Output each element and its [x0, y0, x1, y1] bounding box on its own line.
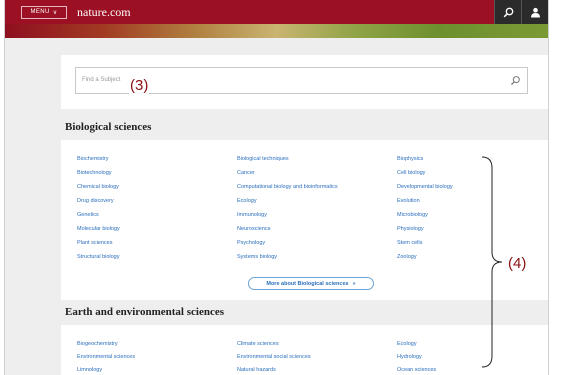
header-banner-image	[5, 24, 548, 38]
subject-link[interactable]: Hydrology	[397, 354, 422, 360]
subject-link[interactable]: Ecology	[237, 198, 257, 204]
subject-link[interactable]: Environmental sciences	[77, 354, 135, 360]
search-icon	[503, 7, 513, 17]
subject-link[interactable]: Systems biology	[237, 254, 277, 260]
subject-link[interactable]: Biogeochemistry	[77, 341, 118, 347]
menu-label: MENU	[30, 9, 50, 15]
subject-link[interactable]: Drug discovery	[77, 198, 114, 204]
subject-link[interactable]: Limnology	[77, 367, 102, 373]
header-search-button[interactable]	[494, 0, 521, 24]
chevron-down-icon: ∨	[52, 9, 58, 16]
subject-link[interactable]: Environmental social sciences	[237, 354, 311, 360]
annotation-brace	[481, 156, 503, 368]
subject-link[interactable]: Chemical biology	[77, 184, 119, 190]
subject-link[interactable]: Biotechnology	[77, 170, 112, 176]
subject-link[interactable]: Microbiology	[397, 212, 428, 218]
header-icons	[494, 0, 548, 24]
search-placeholder: Find a Subject	[82, 77, 121, 83]
search-icon[interactable]	[510, 75, 521, 86]
double-chevron-right-icon: »	[352, 280, 356, 287]
subject-link[interactable]: Biological techniques	[237, 156, 289, 162]
subject-link[interactable]: Climate sciences	[237, 341, 279, 347]
subject-link[interactable]: Physiology	[397, 226, 424, 232]
biological-subjects-panel: Biochemistry Biotechnology Chemical biol…	[61, 140, 548, 300]
subject-link[interactable]: Plant sciences	[77, 240, 112, 246]
subject-link[interactable]: Psychology	[237, 240, 265, 246]
subject-link[interactable]: Ecology	[397, 341, 417, 347]
earth-subjects-panel: Biogeochemistry Environmental sciences L…	[61, 325, 548, 375]
subject-link[interactable]: Computational biology and bioinformatics	[237, 184, 338, 190]
header-user-button[interactable]	[521, 0, 548, 24]
menu-button[interactable]: MENU ∨	[21, 5, 67, 19]
subject-link[interactable]: Natural hazards	[237, 367, 276, 373]
subject-link[interactable]: Biochemistry	[77, 156, 108, 162]
subject-link[interactable]: Cancer	[237, 170, 255, 176]
subject-link[interactable]: Biophysics	[397, 156, 423, 162]
section-title-biological: Biological sciences	[65, 121, 152, 133]
subject-link[interactable]: Genetics	[77, 212, 99, 218]
annotation-callout-4: (4)	[508, 255, 527, 272]
more-about-biological-button[interactable]: More about Biological sciences »	[248, 277, 374, 290]
user-icon	[530, 7, 540, 17]
subject-link[interactable]: Cell biology	[397, 170, 425, 176]
section-title-earth: Earth and environmental sciences	[65, 306, 224, 318]
subject-link[interactable]: Neuroscience	[237, 226, 271, 232]
subject-link[interactable]: Ocean sciences	[397, 367, 436, 373]
subject-link[interactable]: Structural biology	[77, 254, 120, 260]
more-about-label: More about Biological sciences	[266, 280, 349, 287]
annotation-callout-3: (3)	[129, 77, 150, 95]
subject-link[interactable]: Molecular biology	[77, 226, 120, 232]
subject-link[interactable]: Zoology	[397, 254, 417, 260]
subject-link[interactable]: Developmental biology	[397, 184, 453, 190]
site-logo[interactable]: nature.com	[77, 5, 131, 20]
site-header: MENU ∨ nature.com	[5, 0, 548, 24]
subject-link[interactable]: Evolution	[397, 198, 420, 204]
subject-link[interactable]: Immunology	[237, 212, 267, 218]
subject-link[interactable]: Stem cells	[397, 240, 422, 246]
page-frame: MENU ∨ nature.com Find a Subject Biologi…	[4, 0, 549, 375]
